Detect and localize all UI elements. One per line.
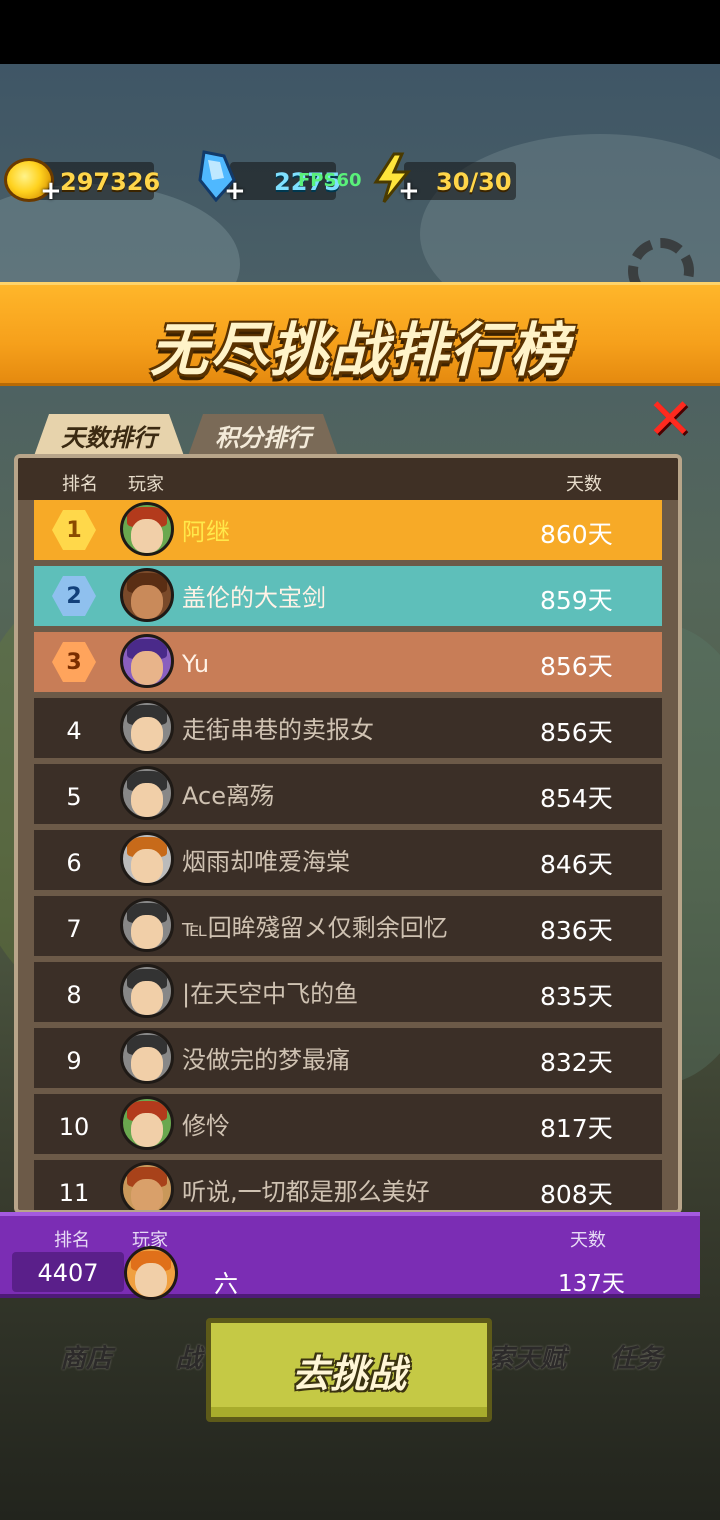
player-name: |在天空中飞的鱼 xyxy=(182,980,359,1008)
my-player-name: 六 xyxy=(214,1270,238,1298)
player-name: 走街串巷的卖报女 xyxy=(182,716,374,744)
avatar xyxy=(120,1096,174,1150)
player-days: 832天 xyxy=(540,1048,613,1077)
player-name: 盖伦的大宝剑 xyxy=(182,584,326,612)
leaderboard-row[interactable]: 9 没做完的梦最痛 832天 xyxy=(34,1028,662,1088)
my-avatar xyxy=(124,1246,178,1300)
leaderboard-row[interactable]: 8 |在天空中飞的鱼 835天 xyxy=(34,962,662,1022)
leaderboard-row[interactable]: 3 Yu 856天 xyxy=(34,632,662,692)
leaderboard-row[interactable]: 2 盖伦的大宝剑 859天 xyxy=(34,566,662,626)
avatar xyxy=(120,700,174,754)
leaderboard-row[interactable]: 1 阿继 860天 xyxy=(34,500,662,560)
tab-points-ranking[interactable]: 积分排行 xyxy=(188,414,338,456)
tab-days-ranking[interactable]: 天数排行 xyxy=(34,414,184,456)
player-name: ℡回眸殘留メ仅剩余回忆 xyxy=(182,914,448,942)
player-name: Ace离殇 xyxy=(182,782,274,810)
close-icon[interactable]: ✕ xyxy=(646,392,694,448)
player-name: 修怜 xyxy=(182,1112,230,1140)
player-days: 846天 xyxy=(540,850,613,879)
go-challenge-button[interactable]: 去挑战 xyxy=(206,1318,492,1422)
add-energy-icon[interactable]: + xyxy=(398,176,420,206)
leaderboard-row[interactable]: 4 走街串巷的卖报女 856天 xyxy=(34,698,662,758)
my-rank-label: 排名 xyxy=(54,1230,90,1251)
player-name: 阿继 xyxy=(182,518,230,546)
title-banner: 无尽挑战排行榜 xyxy=(0,282,720,386)
header-player: 玩家 xyxy=(128,474,164,495)
nav-talent[interactable]: 索天赋 xyxy=(488,1338,566,1375)
player-days: 836天 xyxy=(540,916,613,945)
nav-tasks[interactable]: 任务 xyxy=(610,1338,662,1375)
add-gold-icon[interactable]: + xyxy=(40,176,62,206)
silver-medal-icon: 2 xyxy=(52,576,96,616)
rank-number: 10 xyxy=(58,1113,90,1141)
fps-counter: FPS60 xyxy=(298,170,362,191)
player-days: 856天 xyxy=(540,718,613,747)
avatar xyxy=(120,964,174,1018)
rank-number: 11 xyxy=(58,1179,90,1207)
rank-number: 4 xyxy=(66,717,82,745)
player-days: 856天 xyxy=(540,652,613,681)
nav-battle[interactable]: 战 xyxy=(176,1338,202,1375)
gold-amount: 297326 xyxy=(60,168,161,196)
my-days-label: 天数 xyxy=(570,1230,606,1251)
leaderboard-row[interactable]: 5 Ace离殇 854天 xyxy=(34,764,662,824)
add-gem-icon[interactable]: + xyxy=(224,176,246,206)
avatar xyxy=(120,634,174,688)
player-days: 835天 xyxy=(540,982,613,1011)
my-rank-bar: 排名 玩家 天数 4407 六 137天 xyxy=(0,1212,700,1300)
leaderboard-row[interactable]: 6 烟雨却唯爱海棠 846天 xyxy=(34,830,662,890)
my-days-value: 137天 xyxy=(558,1271,625,1297)
player-days: 808天 xyxy=(540,1180,613,1209)
leaderboard-header: 排名 玩家 天数 xyxy=(18,458,678,500)
leaderboard-panel[interactable]: 排名 玩家 天数 1 阿继 860天 2 盖伦的大宝剑 859天 3 Yu 85… xyxy=(14,454,682,1214)
nav-shop[interactable]: 商店 xyxy=(60,1338,112,1375)
energy-amount: 30/30 xyxy=(436,168,512,196)
player-days: 859天 xyxy=(540,586,613,615)
avatar xyxy=(120,1162,174,1210)
avatar xyxy=(120,898,174,952)
page-title: 无尽挑战排行榜 xyxy=(149,316,570,384)
rank-number: 5 xyxy=(66,783,82,811)
avatar xyxy=(120,568,174,622)
bronze-medal-icon: 3 xyxy=(52,642,96,682)
avatar xyxy=(120,502,174,556)
leaderboard-row[interactable]: 7 ℡回眸殘留メ仅剩余回忆 836天 xyxy=(34,896,662,956)
player-name: 没做完的梦最痛 xyxy=(182,1046,350,1074)
my-rank-value: 4407 xyxy=(12,1252,124,1292)
avatar xyxy=(120,1030,174,1084)
player-name: 烟雨却唯爱海棠 xyxy=(182,848,350,876)
player-days: 817天 xyxy=(540,1114,613,1143)
player-days: 860天 xyxy=(540,520,613,549)
rank-number: 8 xyxy=(66,981,82,1009)
gold-medal-icon: 1 xyxy=(52,510,96,550)
player-days: 854天 xyxy=(540,784,613,813)
header-days: 天数 xyxy=(566,474,602,495)
leaderboard-row[interactable]: 10 修怜 817天 xyxy=(34,1094,662,1154)
leaderboard-row[interactable]: 11 听说,一切都是那么美好 808天 xyxy=(34,1160,662,1210)
avatar xyxy=(120,832,174,886)
rank-number: 6 xyxy=(66,849,82,877)
rank-number: 9 xyxy=(66,1047,82,1075)
player-name: Yu xyxy=(182,650,210,678)
player-name: 听说,一切都是那么美好 xyxy=(182,1178,430,1206)
avatar xyxy=(120,766,174,820)
header-rank: 排名 xyxy=(62,474,98,495)
rank-number: 7 xyxy=(66,915,82,943)
